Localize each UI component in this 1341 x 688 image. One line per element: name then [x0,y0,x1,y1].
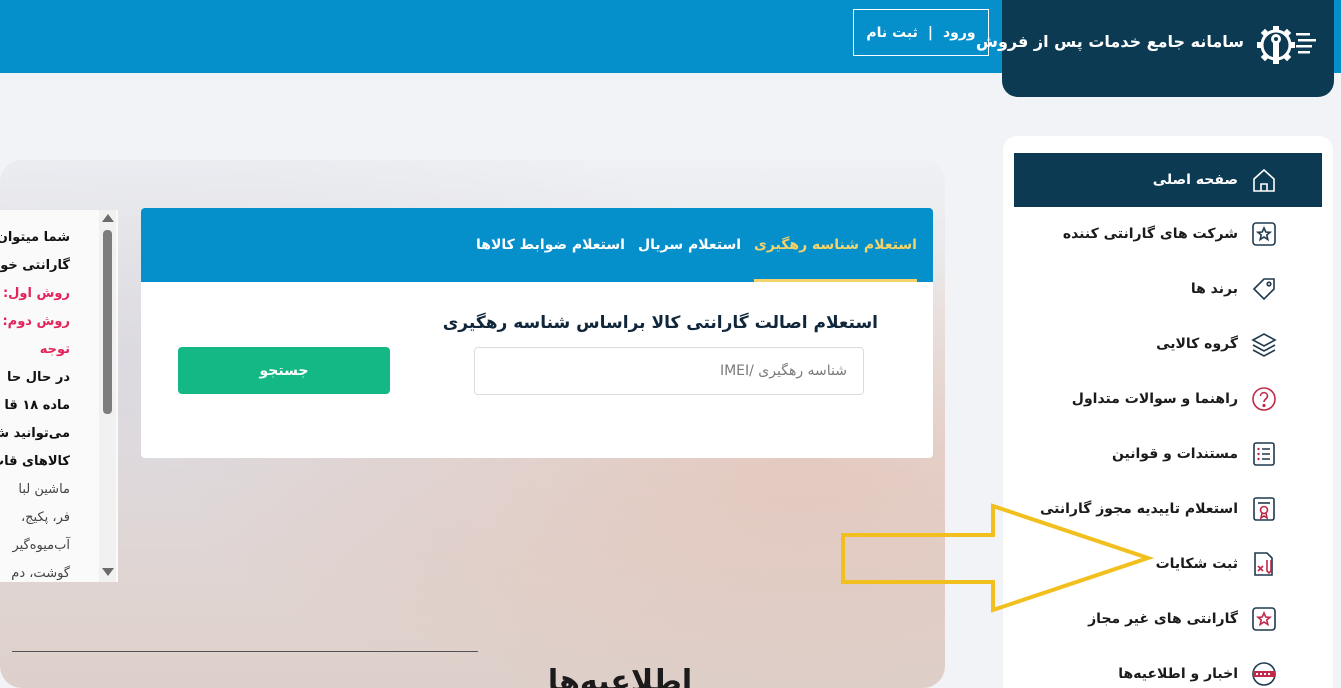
sidebar-item-brands[interactable]: برند ها [1014,262,1322,316]
tab-goods-rules[interactable]: استعلام ضوابط کالاها [476,208,625,282]
register-link[interactable]: ثبت نام [866,25,917,41]
annotation-arrow-icon [841,503,1155,613]
scroll-up-arrow-icon[interactable] [102,214,114,222]
badge-star-icon [1250,605,1278,633]
notice-line: فر، پکیج، [20,510,70,525]
search-card: استعلام شناسه رهگیری استعلام سریال استعل… [141,208,933,458]
sidebar-item-label: ثبت شکایات [1155,556,1238,572]
sidebar-item-label: اخبار و اطلاعیه‌ها [1118,666,1238,682]
gear-wrench-logo-icon [1254,20,1318,70]
sidebar-item-warranty-companies[interactable]: شرکت های گارانتی کننده [1014,207,1322,261]
sidebar-item-label: راهنما و سوالات متداول [1071,391,1238,407]
layers-icon [1250,330,1278,358]
badge-star-icon [1250,220,1278,248]
scroll-down-arrow-icon[interactable] [102,568,114,576]
notice-line: ماده ۱۸ قا [4,398,70,413]
notice-line: آب‌میوه‌گیر [12,538,70,553]
search-tabs: استعلام شناسه رهگیری استعلام سریال استعل… [141,208,933,282]
home-icon [1250,166,1278,194]
tracking-id-input[interactable] [474,347,864,395]
notice-line: شما میتوان [0,230,70,245]
search-button[interactable]: جستجو [178,347,390,394]
notice-attention: توجه [39,342,70,357]
sidebar-item-documents[interactable]: مستندات و قوانین [1014,427,1322,481]
notice-line: گارانتی خو [0,258,70,273]
notice-text: شما میتوان گارانتی خو روش اول: روش دوم: … [0,224,70,582]
notice-line: کالاهای قاب [0,454,70,469]
notice-panel: شما میتوان گارانتی خو روش اول: روش دوم: … [0,210,118,582]
tag-icon [1250,275,1278,303]
sidebar-item-home[interactable]: صفحه اصلی [1014,153,1322,207]
auth-box: ورود | ثبت نام [853,9,989,56]
brand-header[interactable]: سامانه جامع خدمات پس از فروش [975,0,1334,97]
sidebar-item-news[interactable]: اخبار و اطلاعیه‌ها [1014,647,1322,688]
search-title: استعلام اصالت گارانتی کالا براساس شناسه … [442,313,878,333]
tab-serial[interactable]: استعلام سریال [638,208,741,282]
login-link[interactable]: ورود [943,25,976,41]
brand-title: سامانه جامع خدمات پس از فروش [975,32,1244,51]
notice-line: ماشین لبا [18,482,70,497]
auth-separator: | [927,24,933,41]
sidebar-item-label: شرکت های گارانتی کننده [1062,226,1238,242]
sidebar-item-label: مستندات و قوانین [1111,446,1238,462]
news-heading: اطلاعیه‌ها [547,664,693,688]
notice-line: گوشت، دم [11,566,70,581]
sidebar-item-label: صفحه اصلی [1152,172,1238,188]
notice-line: می‌توانید ش [0,426,70,441]
notice-scrollbar[interactable] [99,210,116,582]
scroll-thumb[interactable] [103,230,112,414]
notice-method-one: روش اول: [2,286,70,301]
sidebar-item-product-groups[interactable]: گروه کالایی [1014,317,1322,371]
complaint-pen-icon [1250,550,1278,578]
section-divider [12,651,478,652]
tab-tracking-id[interactable]: استعلام شناسه رهگیری [754,208,917,282]
certificate-icon [1250,495,1278,523]
sidebar-item-faq[interactable]: راهنما و سوالات متداول [1014,372,1322,426]
news-icon [1250,660,1278,688]
sidebar-item-label: گروه کالایی [1156,336,1238,352]
document-list-icon [1250,440,1278,468]
sidebar-item-label: برند ها [1190,281,1238,297]
notice-method-two: روش دوم: [2,314,70,329]
question-icon [1250,385,1278,413]
notice-line: در حال حا [7,370,70,385]
